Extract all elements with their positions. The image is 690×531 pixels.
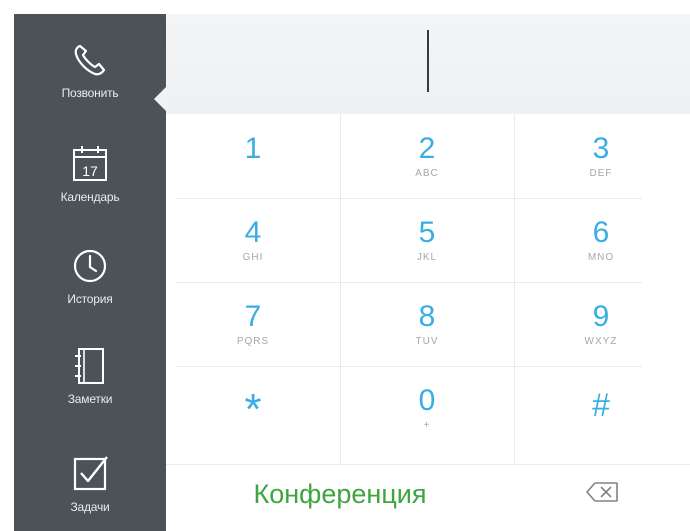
sidebar: Позвонить 17 Календарь История Заметки З… bbox=[14, 14, 167, 531]
key-digit: 6 bbox=[592, 216, 610, 249]
calendar-icon: 17 bbox=[70, 144, 110, 184]
key-digit: 0 bbox=[418, 384, 436, 417]
key-digit: # bbox=[592, 387, 610, 423]
dialer-app: Позвонить 17 Календарь История Заметки З… bbox=[0, 0, 690, 531]
text-cursor bbox=[427, 30, 429, 92]
key-letters: MNO bbox=[587, 252, 615, 263]
key-digit: 8 bbox=[418, 300, 436, 333]
key-8[interactable]: 8 TUV bbox=[340, 282, 514, 366]
key-2[interactable]: 2 ABC bbox=[340, 114, 514, 198]
sidebar-item-label: Календарь bbox=[60, 190, 120, 204]
backspace-icon bbox=[585, 481, 619, 508]
key-letters: TUV bbox=[415, 336, 439, 347]
clock-icon bbox=[70, 246, 110, 286]
key-digit: 4 bbox=[244, 216, 262, 249]
checkbox-icon bbox=[70, 454, 110, 494]
key-letters: DEF bbox=[589, 168, 613, 179]
key-letters: PQRS bbox=[236, 336, 270, 347]
key-hash[interactable]: # bbox=[514, 366, 688, 450]
key-6[interactable]: 6 MNO bbox=[514, 198, 688, 282]
sidebar-item-tasks[interactable]: Задачи bbox=[14, 454, 166, 531]
key-digit: 2 bbox=[418, 132, 436, 165]
sidebar-item-calendar[interactable]: 17 Календарь bbox=[14, 144, 166, 244]
key-3[interactable]: 3 DEF bbox=[514, 114, 688, 198]
backspace-button[interactable] bbox=[514, 466, 690, 522]
keypad-divider bbox=[166, 464, 690, 465]
sidebar-item-label: Задачи bbox=[70, 500, 110, 514]
key-5[interactable]: 5 JKL bbox=[340, 198, 514, 282]
key-digit: 9 bbox=[592, 300, 610, 333]
notebook-icon bbox=[70, 346, 110, 386]
key-9[interactable]: 9 WXYZ bbox=[514, 282, 688, 366]
key-digit: 1 bbox=[244, 132, 262, 165]
phone-icon bbox=[70, 40, 110, 80]
key-letters: GHI bbox=[242, 252, 264, 263]
key-0[interactable]: 0 + bbox=[340, 366, 514, 450]
key-4[interactable]: 4 GHI bbox=[166, 198, 340, 282]
key-letters: WXYZ bbox=[584, 336, 618, 347]
keypad: 1 2 ABC 3 DEF 4 GHI 5 JKL 6 MNO 7 PQRS 8 bbox=[166, 114, 690, 465]
sidebar-item-label: История bbox=[67, 292, 113, 306]
key-digit: * bbox=[244, 385, 262, 434]
key-7[interactable]: 7 PQRS bbox=[166, 282, 340, 366]
sidebar-item-notes[interactable]: Заметки bbox=[14, 346, 166, 446]
calendar-day-number: 17 bbox=[82, 163, 98, 179]
key-letters: + bbox=[423, 420, 431, 431]
key-1[interactable]: 1 bbox=[166, 114, 340, 198]
sidebar-item-history[interactable]: История bbox=[14, 246, 166, 346]
key-star[interactable]: * bbox=[166, 366, 340, 450]
key-letters: JKL bbox=[416, 252, 438, 263]
key-digit: 5 bbox=[418, 216, 436, 249]
key-digit: 7 bbox=[244, 300, 262, 333]
sidebar-item-label: Заметки bbox=[67, 392, 113, 406]
sidebar-item-call[interactable]: Позвонить bbox=[14, 40, 166, 140]
sidebar-item-label: Позвонить bbox=[61, 86, 119, 100]
key-letters: ABC bbox=[415, 168, 439, 179]
key-digit: 3 bbox=[592, 132, 610, 165]
conference-button[interactable]: Конференция bbox=[166, 466, 514, 522]
